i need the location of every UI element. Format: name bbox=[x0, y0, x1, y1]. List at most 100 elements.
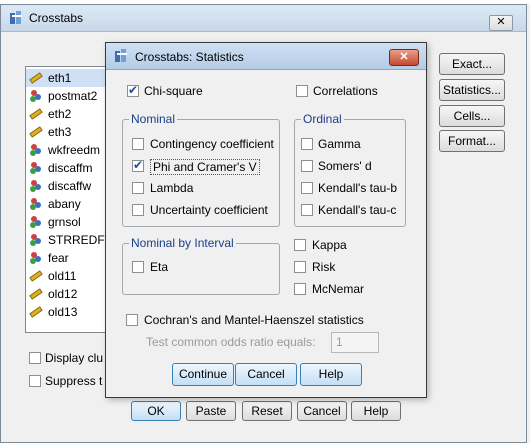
gamma-checkbox[interactable] bbox=[301, 138, 313, 150]
ruler-icon bbox=[29, 72, 43, 84]
variable-name: fear bbox=[48, 251, 69, 265]
cmh-checkbox[interactable] bbox=[126, 314, 138, 326]
variable-name: postmat2 bbox=[48, 89, 98, 103]
ruler-icon bbox=[29, 126, 43, 138]
variable-name: eth3 bbox=[48, 125, 72, 139]
chi-square-label: Chi-square bbox=[144, 84, 203, 98]
variable-list-item[interactable]: abany bbox=[26, 195, 106, 213]
statistics-close-button[interactable]: ✕ bbox=[389, 49, 419, 66]
ok-button[interactable]: OK bbox=[131, 401, 181, 421]
variable-list-item[interactable]: eth1 bbox=[26, 69, 106, 87]
crosstabs-titlebar: Crosstabs ✕ bbox=[1, 5, 526, 32]
risk-label: Risk bbox=[312, 260, 336, 274]
nominal-by-interval-title: Nominal by Interval bbox=[129, 236, 236, 250]
suppress-tables-checkbox[interactable] bbox=[29, 375, 41, 387]
variable-list-item[interactable]: discaffm bbox=[26, 159, 106, 177]
crosstabs-close-button[interactable]: ✕ bbox=[489, 15, 513, 31]
variable-list-item[interactable]: discaffw bbox=[26, 177, 106, 195]
kendalls-tau-b-label: Kendall's tau-b bbox=[318, 181, 398, 195]
display-clustered-checkbox[interactable] bbox=[29, 352, 41, 364]
kendalls-tau-c-label: Kendall's tau-c bbox=[318, 203, 397, 217]
kendalls-tau-b-checkbox[interactable] bbox=[301, 182, 313, 194]
stats-cancel-button[interactable]: Cancel bbox=[235, 363, 297, 386]
nominal-group-title: Nominal bbox=[129, 112, 178, 126]
phi-cramers-v-checkbox[interactable] bbox=[132, 158, 144, 172]
correlations-checkbox[interactable] bbox=[296, 85, 308, 97]
lambda-checkbox[interactable] bbox=[132, 182, 144, 194]
somers-d-label: Somers' d bbox=[318, 159, 372, 173]
risk-checkbox[interactable] bbox=[294, 261, 306, 273]
variable-list-item[interactable]: grnsol bbox=[26, 213, 106, 231]
cancel-button[interactable]: Cancel bbox=[297, 401, 347, 421]
variable-list-item[interactable]: postmat2 bbox=[26, 87, 106, 105]
nominal-icon bbox=[30, 216, 41, 228]
ruler-icon bbox=[29, 288, 43, 300]
variable-name: old13 bbox=[48, 305, 78, 319]
variable-name: old11 bbox=[48, 269, 77, 283]
nominal-icon bbox=[30, 180, 41, 192]
statistics-app-icon bbox=[115, 49, 127, 62]
contingency-coefficient-checkbox[interactable] bbox=[132, 138, 144, 150]
crosstabs-title: Crosstabs bbox=[29, 11, 84, 25]
display-clustered-label: Display clu bbox=[45, 351, 104, 365]
ruler-icon bbox=[29, 270, 43, 282]
correlations-label: Correlations bbox=[313, 84, 378, 98]
kappa-label: Kappa bbox=[312, 238, 347, 252]
variable-name: grnsol bbox=[48, 215, 81, 229]
uncertainty-coefficient-checkbox[interactable] bbox=[132, 204, 144, 216]
variable-list-item[interactable]: old11 bbox=[26, 267, 106, 285]
suppress-tables-label: Suppress t bbox=[45, 374, 103, 388]
statistics-button[interactable]: Statistics... bbox=[439, 79, 505, 101]
mcnemar-label: McNemar bbox=[312, 282, 365, 296]
crosstabs-app-icon bbox=[10, 11, 22, 24]
nominal-icon bbox=[30, 252, 41, 264]
statistics-dialog: Crosstabs: Statistics ✕ Chi-square Corre… bbox=[105, 42, 427, 398]
help-button[interactable]: Help bbox=[351, 401, 401, 421]
variable-name: discaffm bbox=[48, 161, 93, 175]
variable-name: STRREDF bbox=[48, 233, 105, 247]
mcnemar-checkbox[interactable] bbox=[294, 283, 306, 295]
odds-ratio-input[interactable]: 1 bbox=[331, 332, 379, 353]
eta-checkbox[interactable] bbox=[132, 261, 144, 273]
variable-list-item[interactable]: old12 bbox=[26, 285, 106, 303]
variable-name: abany bbox=[48, 197, 81, 211]
cmh-label: Cochran's and Mantel-Haenszel statistics bbox=[144, 313, 364, 327]
ruler-icon bbox=[29, 108, 43, 120]
variable-list-item[interactable]: eth3 bbox=[26, 123, 106, 141]
cells-button[interactable]: Cells... bbox=[439, 105, 505, 127]
nominal-icon bbox=[30, 144, 41, 156]
gamma-label: Gamma bbox=[318, 137, 361, 151]
paste-button[interactable]: Paste bbox=[186, 401, 236, 421]
stats-help-button[interactable]: Help bbox=[300, 363, 362, 386]
variable-list[interactable]: eth1 postmat2 eth2 eth3 wkfreedm discaffm disc… bbox=[25, 66, 109, 333]
variable-name: wkfreedm bbox=[48, 143, 101, 157]
kendalls-tau-c-checkbox[interactable] bbox=[301, 204, 313, 216]
format-button[interactable]: Format... bbox=[439, 130, 505, 152]
nominal-icon bbox=[30, 162, 41, 174]
variable-list-item[interactable]: STRREDF bbox=[26, 231, 106, 249]
variable-name: old12 bbox=[48, 287, 78, 301]
variable-name: eth2 bbox=[48, 107, 72, 121]
nominal-icon bbox=[30, 234, 41, 246]
kappa-checkbox[interactable] bbox=[294, 239, 306, 251]
ordinal-group-title: Ordinal bbox=[301, 112, 344, 126]
phi-cramers-v-label: Phi and Cramer's V bbox=[150, 159, 260, 175]
continue-button[interactable]: Continue bbox=[172, 363, 234, 386]
nominal-icon bbox=[30, 90, 41, 102]
variable-list-item[interactable]: fear bbox=[26, 249, 106, 267]
chi-square-checkbox[interactable] bbox=[127, 83, 139, 97]
variable-name: discaffw bbox=[48, 179, 92, 193]
odds-ratio-label: Test common odds ratio equals: bbox=[146, 335, 316, 349]
reset-button[interactable]: Reset bbox=[242, 401, 292, 421]
exact-button[interactable]: Exact... bbox=[439, 53, 505, 75]
contingency-coefficient-label: Contingency coefficient bbox=[150, 137, 274, 151]
statistics-titlebar: Crosstabs: Statistics ✕ bbox=[106, 43, 426, 70]
variable-name: eth1 bbox=[48, 71, 72, 85]
variable-list-item[interactable]: wkfreedm bbox=[26, 141, 106, 159]
variable-list-item[interactable]: old13 bbox=[26, 303, 106, 321]
eta-label: Eta bbox=[150, 260, 169, 274]
statistics-title: Crosstabs: Statistics bbox=[135, 50, 244, 64]
somers-d-checkbox[interactable] bbox=[301, 160, 313, 172]
variable-list-item[interactable]: eth2 bbox=[26, 105, 106, 123]
ruler-icon bbox=[29, 306, 43, 318]
